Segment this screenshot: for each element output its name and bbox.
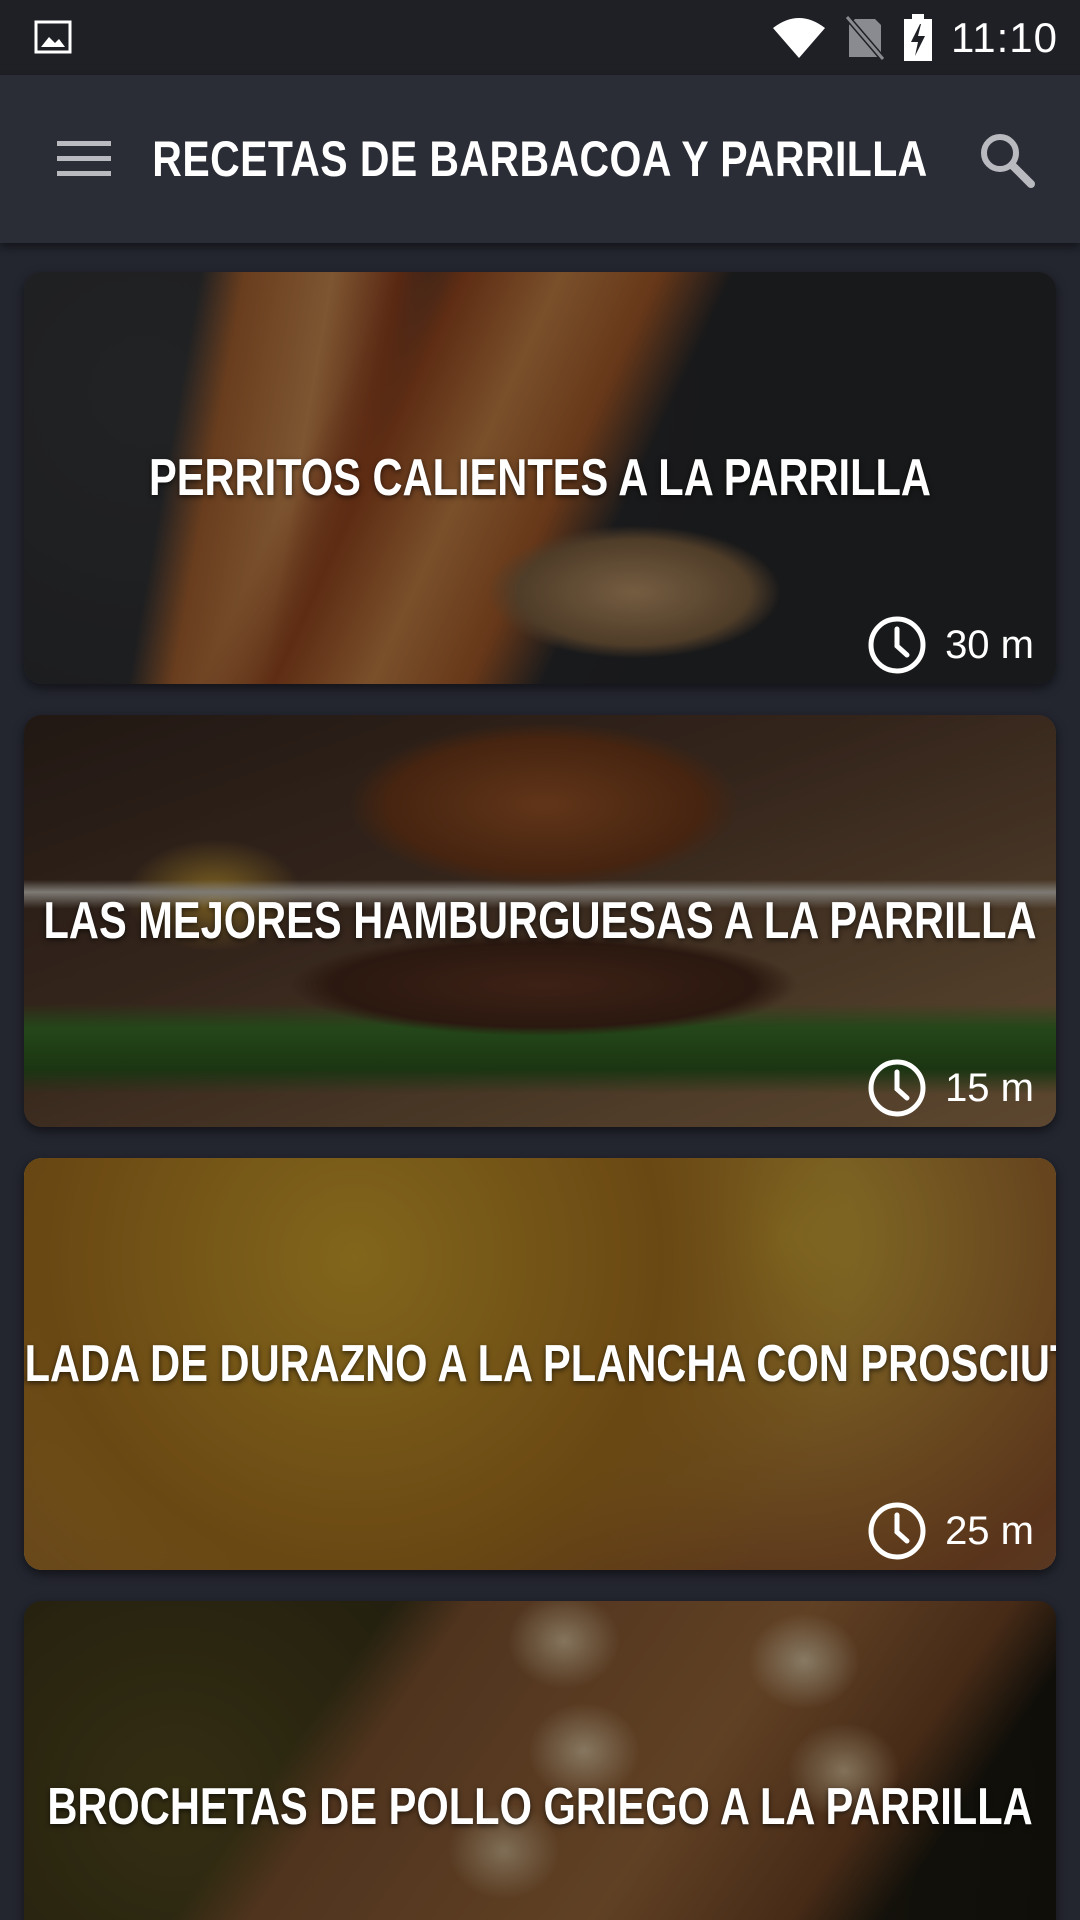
recipe-title: ENSALADA DE DURAZNO A LA PLANCHA CON PRO… bbox=[24, 1335, 1056, 1393]
recipe-card[interactable]: PERRITOS CALIENTES A LA PARRILLA 30 m bbox=[24, 272, 1056, 684]
recipe-card[interactable]: BROCHETAS DE POLLO GRIEGO A LA PARRILLA bbox=[24, 1601, 1056, 1920]
clock-icon bbox=[868, 1502, 926, 1560]
recipe-time-label: 15 m bbox=[945, 1065, 1034, 1110]
status-icons: 11:10 bbox=[771, 0, 1058, 75]
search-button[interactable] bbox=[962, 115, 1050, 203]
app-title: RECETAS DE BARBACOA Y PARRILLA bbox=[152, 131, 928, 187]
status-bar: 11:10 bbox=[0, 0, 1080, 75]
image-icon bbox=[34, 20, 72, 54]
menu-icon bbox=[57, 141, 111, 176]
search-icon bbox=[981, 134, 1035, 188]
recipe-card[interactable]: LAS MEJORES HAMBURGUESAS A LA PARRILLA 1… bbox=[24, 715, 1056, 1127]
app-bar: RECETAS DE BARBACOA Y PARRILLA bbox=[0, 75, 1080, 243]
recipe-time: 15 m bbox=[867, 1055, 1034, 1121]
battery-charging-icon bbox=[904, 13, 932, 61]
recipe-title: PERRITOS CALIENTES A LA PARRILLA bbox=[149, 449, 931, 507]
recipe-time-label: 30 m bbox=[945, 622, 1034, 667]
no-sim-icon bbox=[845, 14, 885, 61]
clock-icon bbox=[868, 1059, 926, 1117]
menu-button[interactable] bbox=[40, 115, 128, 203]
recipe-time-label: 25 m bbox=[945, 1508, 1034, 1553]
wifi-icon bbox=[773, 17, 825, 58]
recipe-title: BROCHETAS DE POLLO GRIEGO A LA PARRILLA bbox=[47, 1778, 1033, 1836]
status-time: 11:10 bbox=[951, 13, 1058, 61]
recipe-title: LAS MEJORES HAMBURGUESAS A LA PARRILLA bbox=[43, 892, 1037, 950]
recipe-time: 30 m bbox=[867, 612, 1034, 678]
clock-icon bbox=[868, 616, 926, 674]
recipe-time: 25 m bbox=[867, 1498, 1034, 1564]
recipe-card[interactable]: ENSALADA DE DURAZNO A LA PLANCHA CON PRO… bbox=[24, 1158, 1056, 1570]
recipe-list[interactable]: PERRITOS CALIENTES A LA PARRILLA 30 m LA… bbox=[0, 243, 1080, 1920]
